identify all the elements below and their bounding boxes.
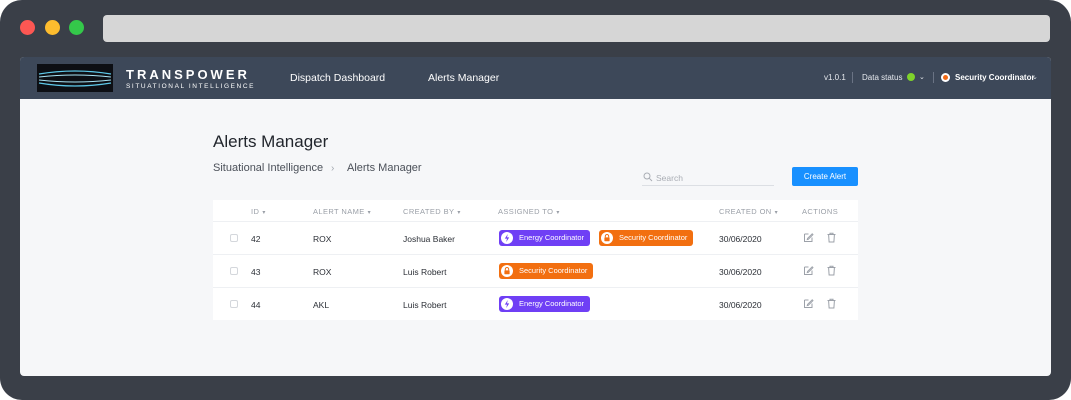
- nav-alerts-manager[interactable]: Alerts Manager: [428, 72, 499, 84]
- alert-id: 44: [251, 300, 261, 310]
- search-box: [642, 170, 774, 186]
- edit-icon[interactable]: [803, 232, 814, 243]
- assigned-badge-security-coordinator: Security Coordinator: [599, 230, 694, 246]
- nav-dispatch-dashboard[interactable]: Dispatch Dashboard: [290, 72, 385, 84]
- created-by: Joshua Baker: [403, 234, 455, 244]
- assigned-badge-energy-coordinator: Energy Coordinator: [499, 230, 591, 246]
- sort-icon: ▾: [556, 210, 560, 216]
- browser-frame: TRANSPOWER SITUATIONAL INTELLIGENCE Disp…: [0, 0, 1071, 400]
- column-header-actions: ACTIONS: [802, 207, 839, 216]
- alerts-table: ID ▾ ALERT NAME ▾ CREATED BY ▾ ASSIGNED TO ▾…: [213, 200, 858, 320]
- window-close-button[interactable]: [20, 20, 35, 35]
- assigned-badge-security-coordinator: Security Coordinator: [499, 263, 594, 279]
- table-row[interactable]: 42 ROX Joshua Baker Energy Coordinator S…: [213, 221, 858, 254]
- row-checkbox[interactable]: [230, 267, 238, 275]
- version-label: v1.0.1: [824, 73, 846, 82]
- row-checkbox[interactable]: [230, 300, 238, 308]
- breadcrumb-alerts-manager: Alerts Manager: [347, 162, 422, 174]
- alert-id: 42: [251, 234, 261, 244]
- lock-icon: [501, 265, 513, 277]
- alert-name: ROX: [313, 267, 332, 277]
- row-checkbox[interactable]: [230, 234, 238, 242]
- window-minimize-button[interactable]: [45, 20, 60, 35]
- sort-icon: ▾: [262, 210, 266, 216]
- edit-icon[interactable]: [803, 298, 814, 309]
- delete-icon[interactable]: [826, 265, 837, 276]
- page-title: Alerts Manager: [213, 132, 329, 151]
- column-header-created-by[interactable]: CREATED BY ▾: [403, 207, 461, 216]
- chevron-down-icon[interactable]: ⌄: [919, 73, 925, 81]
- column-header-created-on[interactable]: CREATED ON ▾: [719, 207, 778, 216]
- alert-name: ROX: [313, 234, 332, 244]
- table-row[interactable]: 43 ROX Luis Robert Security Coordinator …: [213, 254, 858, 287]
- app-window: TRANSPOWER SITUATIONAL INTELLIGENCE Disp…: [20, 57, 1051, 376]
- alert-id: 43: [251, 267, 261, 277]
- column-header-assigned-to[interactable]: ASSIGNED TO ▾: [498, 207, 560, 216]
- table-row[interactable]: 44 AKL Luis Robert Energy Coordinator 30…: [213, 287, 858, 320]
- created-on: 30/06/2020: [719, 300, 762, 310]
- column-header-alert-name[interactable]: ALERT NAME ▾: [313, 207, 371, 216]
- created-on: 30/06/2020: [719, 234, 762, 244]
- sort-icon: ▾: [774, 210, 779, 216]
- window-maximize-button[interactable]: [69, 20, 84, 35]
- edit-icon[interactable]: [803, 265, 814, 276]
- create-alert-button[interactable]: Create Alert: [792, 167, 858, 186]
- created-on: 30/06/2020: [719, 267, 762, 277]
- lock-icon: [601, 232, 613, 244]
- transpower-logo-icon: [37, 64, 113, 92]
- created-by: Luis Robert: [403, 267, 447, 277]
- data-status-label[interactable]: Data status: [862, 73, 902, 82]
- delete-icon[interactable]: [826, 298, 837, 309]
- lightning-icon: [501, 232, 513, 244]
- data-status-indicator-icon: [907, 73, 915, 81]
- search-icon: [643, 172, 653, 182]
- lightning-icon: [501, 298, 513, 310]
- user-role-menu[interactable]: Security Coordinator: [955, 73, 1035, 82]
- breadcrumb-situational-intelligence[interactable]: Situational Intelligence: [213, 162, 323, 174]
- brand-name: TRANSPOWER: [126, 67, 250, 82]
- delete-icon[interactable]: [826, 232, 837, 243]
- header-divider: [852, 72, 853, 83]
- breadcrumb-separator-icon: ›: [331, 163, 335, 174]
- app-header: TRANSPOWER SITUATIONAL INTELLIGENCE Disp…: [20, 57, 1051, 99]
- sort-icon: ▾: [367, 210, 372, 216]
- alert-name: AKL: [313, 300, 330, 310]
- column-header-id[interactable]: ID ▾: [251, 207, 266, 216]
- brand-subtitle: SITUATIONAL INTELLIGENCE: [126, 83, 256, 90]
- user-role-icon: [941, 73, 950, 82]
- chevron-down-icon[interactable]: ⌄: [1032, 73, 1038, 81]
- search-input[interactable]: [656, 171, 772, 184]
- assigned-badge-energy-coordinator: Energy Coordinator: [499, 296, 591, 312]
- sort-icon: ▾: [457, 210, 461, 216]
- created-by: Luis Robert: [403, 300, 447, 310]
- address-bar[interactable]: [103, 15, 1050, 42]
- header-divider: [933, 72, 934, 83]
